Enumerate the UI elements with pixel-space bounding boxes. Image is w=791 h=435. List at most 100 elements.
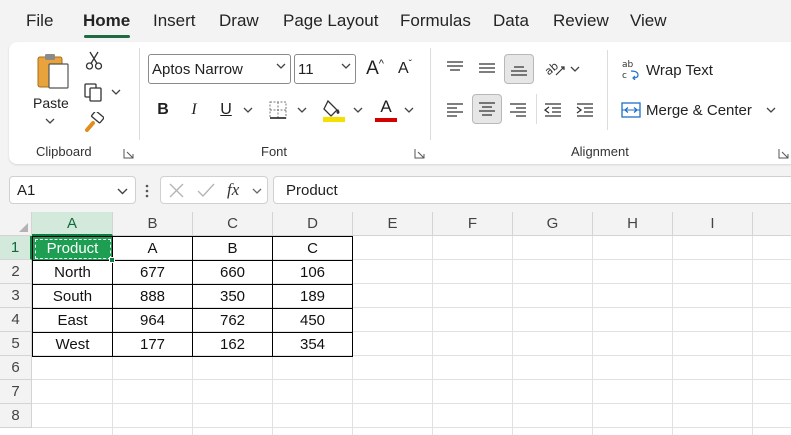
row-header-5[interactable]: 5 bbox=[0, 332, 32, 356]
spreadsheet-grid[interactable]: A B C D E F G H I 1 2 3 4 5 6 7 8 Produc… bbox=[0, 212, 791, 435]
copy-icon[interactable] bbox=[81, 80, 105, 104]
table-cell[interactable]: 677 bbox=[112, 260, 193, 285]
tab-file[interactable]: File bbox=[26, 11, 53, 31]
cut-icon[interactable] bbox=[83, 50, 105, 72]
row-header-2[interactable]: 2 bbox=[0, 260, 32, 284]
shrink-font-button[interactable]: Aˇ bbox=[392, 56, 418, 82]
row-header-7[interactable]: 7 bbox=[0, 380, 32, 404]
tab-page-layout[interactable]: Page Layout bbox=[283, 11, 378, 31]
table-cell[interactable]: 660 bbox=[192, 260, 273, 285]
font-size-combobox[interactable]: 11 bbox=[294, 54, 356, 84]
tab-review[interactable]: Review bbox=[553, 11, 609, 31]
font-dialog-launcher-icon[interactable] bbox=[414, 146, 425, 159]
tab-insert[interactable]: Insert bbox=[153, 11, 196, 31]
tab-data[interactable]: Data bbox=[493, 11, 529, 31]
column-header-e[interactable]: E bbox=[353, 212, 433, 236]
alignment-dialog-launcher-icon[interactable] bbox=[778, 146, 789, 159]
italic-button[interactable]: I bbox=[182, 98, 206, 122]
borders-icon[interactable] bbox=[266, 98, 290, 122]
table-cell[interactable]: 762 bbox=[192, 308, 273, 333]
borders-chevron-down-icon[interactable] bbox=[296, 105, 308, 115]
table-cell[interactable]: 189 bbox=[272, 284, 353, 309]
group-separator bbox=[430, 48, 431, 140]
column-header-d[interactable]: D bbox=[273, 212, 353, 236]
table-cell[interactable]: 354 bbox=[272, 332, 353, 357]
insert-function-button[interactable]: fx bbox=[227, 180, 239, 200]
wrap-text-icon[interactable]: ab c bbox=[620, 57, 642, 81]
formula-input[interactable]: Product bbox=[273, 176, 791, 204]
font-name-combobox[interactable]: Aptos Narrow bbox=[148, 54, 291, 84]
format-painter-icon[interactable] bbox=[82, 110, 106, 134]
merge-center-icon[interactable] bbox=[619, 98, 643, 122]
tab-draw[interactable]: Draw bbox=[219, 11, 259, 31]
row-header-1[interactable]: 1 bbox=[0, 236, 32, 260]
paste-label[interactable]: Paste bbox=[33, 95, 69, 111]
column-header-c[interactable]: C bbox=[193, 212, 273, 236]
row-header-3[interactable]: 3 bbox=[0, 284, 32, 308]
table-cell[interactable]: 106 bbox=[272, 260, 353, 285]
column-header-b[interactable]: B bbox=[113, 212, 193, 236]
cancel-icon[interactable] bbox=[169, 183, 184, 198]
orientation-icon[interactable]: ab bbox=[542, 55, 568, 81]
vertical-ellipsis-icon[interactable] bbox=[145, 184, 149, 198]
bold-button[interactable]: B bbox=[151, 98, 175, 122]
chevron-down-icon[interactable] bbox=[252, 188, 262, 194]
column-header-partial[interactable] bbox=[753, 212, 791, 236]
font-color-chevron-down-icon[interactable] bbox=[403, 105, 415, 115]
column-header-a[interactable]: A bbox=[32, 212, 113, 236]
align-right-icon[interactable] bbox=[506, 98, 530, 122]
tab-formulas[interactable]: Formulas bbox=[400, 11, 471, 31]
clipboard-dialog-launcher-icon[interactable] bbox=[123, 146, 134, 159]
cell-c1[interactable]: B bbox=[192, 236, 273, 261]
fill-color-icon[interactable] bbox=[321, 96, 347, 124]
copy-chevron-down-icon[interactable] bbox=[110, 87, 122, 97]
table-cell[interactable]: North bbox=[32, 260, 113, 285]
fill-handle[interactable] bbox=[109, 257, 115, 263]
tab-view[interactable]: View bbox=[630, 11, 667, 31]
cell-b1[interactable]: A bbox=[112, 236, 193, 261]
middle-align-icon[interactable] bbox=[475, 56, 499, 80]
merge-center-button[interactable]: Merge & Center bbox=[646, 102, 752, 119]
column-header-g[interactable]: G bbox=[513, 212, 593, 236]
tab-home[interactable]: Home bbox=[83, 11, 130, 31]
align-left-icon[interactable] bbox=[443, 98, 467, 122]
table-cell[interactable]: West bbox=[32, 332, 113, 357]
gridline bbox=[672, 236, 673, 435]
table-cell[interactable]: 350 bbox=[192, 284, 273, 309]
decrease-indent-icon[interactable] bbox=[541, 98, 565, 122]
bottom-align-icon[interactable] bbox=[504, 54, 534, 84]
table-cell[interactable]: 162 bbox=[192, 332, 273, 357]
cell-d1[interactable]: C bbox=[272, 236, 353, 261]
table-cell[interactable]: East bbox=[32, 308, 113, 333]
wrap-text-button[interactable]: Wrap Text bbox=[646, 62, 713, 79]
fill-color-chevron-down-icon[interactable] bbox=[352, 105, 364, 115]
row-header-4[interactable]: 4 bbox=[0, 308, 32, 332]
top-align-icon[interactable] bbox=[443, 56, 467, 80]
merge-chevron-down-icon[interactable] bbox=[765, 105, 777, 115]
underline-button[interactable]: U bbox=[214, 98, 238, 122]
shrink-font-label: A bbox=[397, 60, 409, 77]
column-header-h[interactable]: H bbox=[593, 212, 673, 236]
enter-check-icon[interactable] bbox=[197, 183, 215, 198]
column-header-i[interactable]: I bbox=[673, 212, 753, 236]
increase-indent-icon[interactable] bbox=[573, 98, 597, 122]
row-header-8[interactable]: 8 bbox=[0, 404, 32, 428]
row-header-6[interactable]: 6 bbox=[0, 356, 32, 380]
name-box[interactable]: A1 bbox=[9, 176, 136, 204]
orientation-chevron-down-icon[interactable] bbox=[569, 64, 581, 74]
chevron-down-icon[interactable] bbox=[117, 188, 128, 195]
table-cell[interactable]: 964 bbox=[112, 308, 193, 333]
column-header-f[interactable]: F bbox=[433, 212, 513, 236]
font-color-button[interactable]: A bbox=[373, 96, 399, 124]
table-cell[interactable]: 888 bbox=[112, 284, 193, 309]
align-center-icon[interactable] bbox=[472, 94, 502, 124]
select-all-button[interactable] bbox=[0, 212, 32, 236]
paste-icon[interactable] bbox=[33, 50, 73, 92]
paste-chevron-down-icon[interactable] bbox=[44, 116, 56, 126]
table-cell[interactable]: South bbox=[32, 284, 113, 309]
cell-a1[interactable]: Product bbox=[32, 236, 113, 261]
table-cell[interactable]: 177 bbox=[112, 332, 193, 357]
underline-chevron-down-icon[interactable] bbox=[242, 105, 254, 115]
table-cell[interactable]: 450 bbox=[272, 308, 353, 333]
grow-font-button[interactable]: A ^ bbox=[362, 56, 388, 82]
